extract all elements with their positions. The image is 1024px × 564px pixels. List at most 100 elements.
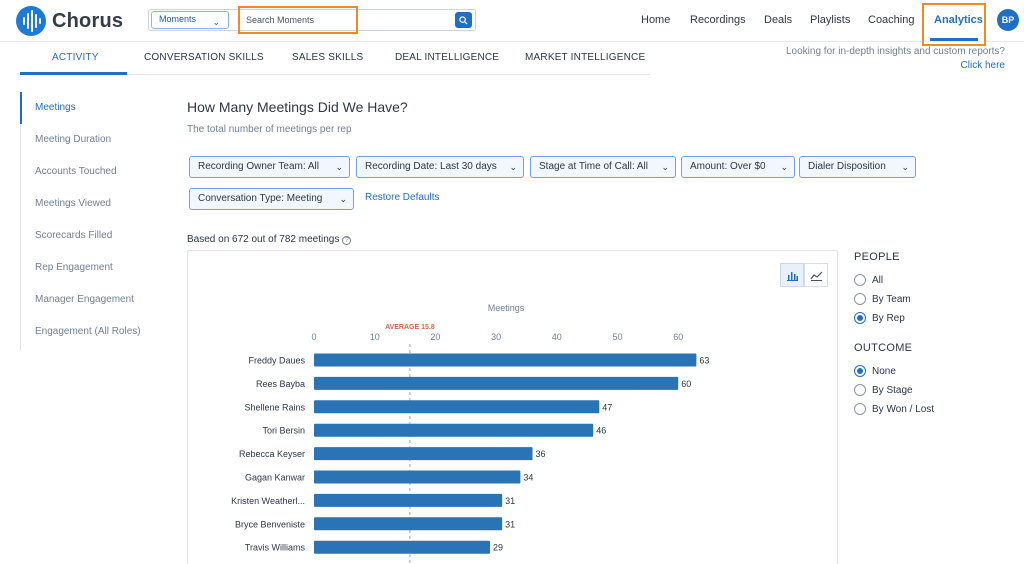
bar-value-label: 36 — [536, 449, 546, 459]
bar-value-label: 31 — [505, 496, 515, 506]
radio-button[interactable] — [854, 384, 866, 396]
filter-stage-at-time-of-call[interactable]: Stage at Time of Call: All ⌄ — [530, 156, 676, 178]
sidebar-item-manager-engagement[interactable]: Manager Engagement — [35, 294, 134, 305]
filter-amount[interactable]: Amount: Over $0 ⌄ — [681, 156, 795, 178]
sidebar-active-indicator — [20, 92, 22, 124]
filter-label: Stage at Time of Call: — [539, 161, 635, 172]
radio-label: By Team — [872, 293, 911, 305]
bar[interactable] — [314, 493, 503, 507]
filter-conversation-type[interactable]: Conversation Type: Meeting ⌄ — [189, 188, 354, 210]
radio-button[interactable] — [854, 312, 866, 324]
nav-coaching[interactable]: Coaching — [868, 0, 914, 42]
radio-label: By Stage — [872, 384, 913, 396]
nav-recordings[interactable]: Recordings — [690, 0, 746, 42]
sidebar-item-accounts-touched[interactable]: Accounts Touched — [35, 166, 117, 177]
sidebar-item-scorecards-filled[interactable]: Scorecards Filled — [35, 230, 112, 241]
search-highlight-box — [238, 6, 358, 34]
sidebar-item-meeting-duration[interactable]: Meeting Duration — [35, 134, 111, 145]
filter-label: Conversation Type: — [198, 193, 284, 204]
bar[interactable] — [314, 540, 491, 554]
radio-button[interactable] — [854, 274, 866, 286]
x-tick-label: 60 — [673, 332, 683, 342]
filter-value: Last 30 days — [440, 161, 497, 172]
tab-active-underline — [20, 72, 127, 75]
info-icon[interactable]: ? — [342, 236, 352, 245]
average-label: AVERAGE 15.8 — [385, 324, 435, 331]
nav-deals[interactable]: Deals — [764, 0, 792, 42]
radio-outcome-none[interactable]: None — [854, 365, 896, 377]
based-on-label: Based on 672 out of 782 meetings — [187, 234, 340, 245]
filter-label: Recording Date: — [365, 161, 438, 172]
search-button[interactable] — [455, 12, 472, 28]
chevron-down-icon: ⌄ — [212, 17, 220, 27]
sidebar-item-engagement-all-roles[interactable]: Engagement (All Roles) — [35, 326, 141, 337]
radio-outcome-by-won-lost[interactable]: By Won / Lost — [854, 403, 934, 415]
filter-value: All — [307, 161, 320, 172]
chorus-logo[interactable]: Chorus — [16, 6, 123, 36]
bar-category-label: Bryce Benveniste — [235, 519, 305, 529]
bar-value-label: 29 — [493, 543, 503, 553]
x-tick-label: 40 — [552, 332, 562, 342]
app-name: Chorus — [52, 9, 124, 32]
bar[interactable] — [314, 470, 521, 484]
radio-outcome-by-stage[interactable]: By Stage — [854, 384, 913, 396]
bar[interactable] — [314, 517, 503, 531]
filter-dialer-disposition[interactable]: Dialer Disposition ⌄ — [799, 156, 916, 178]
chevron-down-icon: ⌄ — [509, 162, 517, 172]
restore-defaults-link[interactable]: Restore Defaults — [365, 192, 439, 203]
sidebar-item-meetings-viewed[interactable]: Meetings Viewed — [35, 198, 111, 209]
radio-label: By Won / Lost — [872, 403, 935, 415]
tab-market-intelligence[interactable]: MARKET INTELLIGENCE — [525, 52, 645, 63]
based-on-text: Based on 672 out of 782 meetings? — [187, 234, 352, 245]
user-avatar[interactable]: BP — [997, 9, 1019, 31]
bar-category-label: Travis Williams — [245, 543, 306, 553]
chevron-down-icon: ⌄ — [901, 162, 909, 172]
search-icon — [459, 15, 468, 25]
sidebar-menu: Meetings Meeting Duration Accounts Touch… — [20, 92, 160, 350]
filter-recording-owner-team[interactable]: Recording Owner Team: All ⌄ — [189, 156, 350, 178]
filter-recording-date[interactable]: Recording Date: Last 30 days ⌄ — [356, 156, 524, 178]
sidebar-item-rep-engagement[interactable]: Rep Engagement — [35, 262, 113, 273]
bar[interactable] — [314, 376, 679, 390]
insights-prompt: Looking for in-depth insights and custom… — [785, 46, 1005, 57]
filter-value: All — [636, 161, 648, 172]
nav-playlists[interactable]: Playlists — [810, 0, 850, 42]
bar-category-label: Tori Bersin — [262, 426, 305, 436]
search-type-value: Moments — [159, 14, 197, 24]
radio-people-by-rep[interactable]: By Rep — [854, 312, 905, 324]
radio-button[interactable] — [854, 293, 866, 305]
people-title: PEOPLE — [854, 251, 900, 263]
bar-value-label: 34 — [523, 473, 533, 483]
radio-people-all[interactable]: All — [854, 274, 883, 286]
chevron-down-icon: ⌄ — [661, 162, 669, 172]
sidebar-item-meetings[interactable]: Meetings — [35, 102, 76, 113]
bar-category-label: Freddy Daues — [248, 356, 305, 366]
radio-label: All — [872, 274, 884, 286]
x-tick-label: 20 — [430, 332, 440, 342]
search-type-select[interactable]: Moments ⌄ — [151, 11, 229, 29]
radio-people-by-team[interactable]: By Team — [854, 293, 911, 305]
tab-activity[interactable]: ACTIVITY — [52, 52, 99, 63]
bar-value-label: 47 — [602, 402, 612, 412]
bar[interactable] — [314, 423, 594, 437]
bar-value-label: 46 — [596, 426, 606, 436]
insights-link[interactable]: Click here — [961, 60, 1005, 71]
bar[interactable] — [314, 447, 533, 461]
tab-deal-intelligence[interactable]: DEAL INTELLIGENCE — [395, 52, 499, 63]
nav-home[interactable]: Home — [641, 0, 670, 42]
filter-label: Amount: — [690, 161, 728, 172]
bar[interactable] — [314, 400, 600, 414]
top-header: Chorus Moments ⌄ Home Recordings Deals P… — [0, 0, 1024, 46]
tab-sales-skills[interactable]: SALES SKILLS — [292, 52, 363, 63]
radio-button[interactable] — [854, 365, 866, 377]
bar-value-label: 31 — [505, 519, 515, 529]
radio-button[interactable] — [854, 403, 866, 415]
filter-label: Dialer Disposition — [808, 161, 886, 172]
tab-conversation-skills[interactable]: CONVERSATION SKILLS — [144, 52, 264, 63]
bar-category-label: Rees Bayba — [256, 379, 305, 389]
meetings-bar-chart: Meetings 0 10 20 30 40 50 60 AVERAGE 15.8 Fred… — [231, 303, 709, 564]
filter-value: Meeting — [286, 193, 323, 204]
radio-label: None — [872, 365, 896, 377]
x-axis-label: Meetings — [488, 303, 525, 313]
bar[interactable] — [314, 353, 697, 367]
